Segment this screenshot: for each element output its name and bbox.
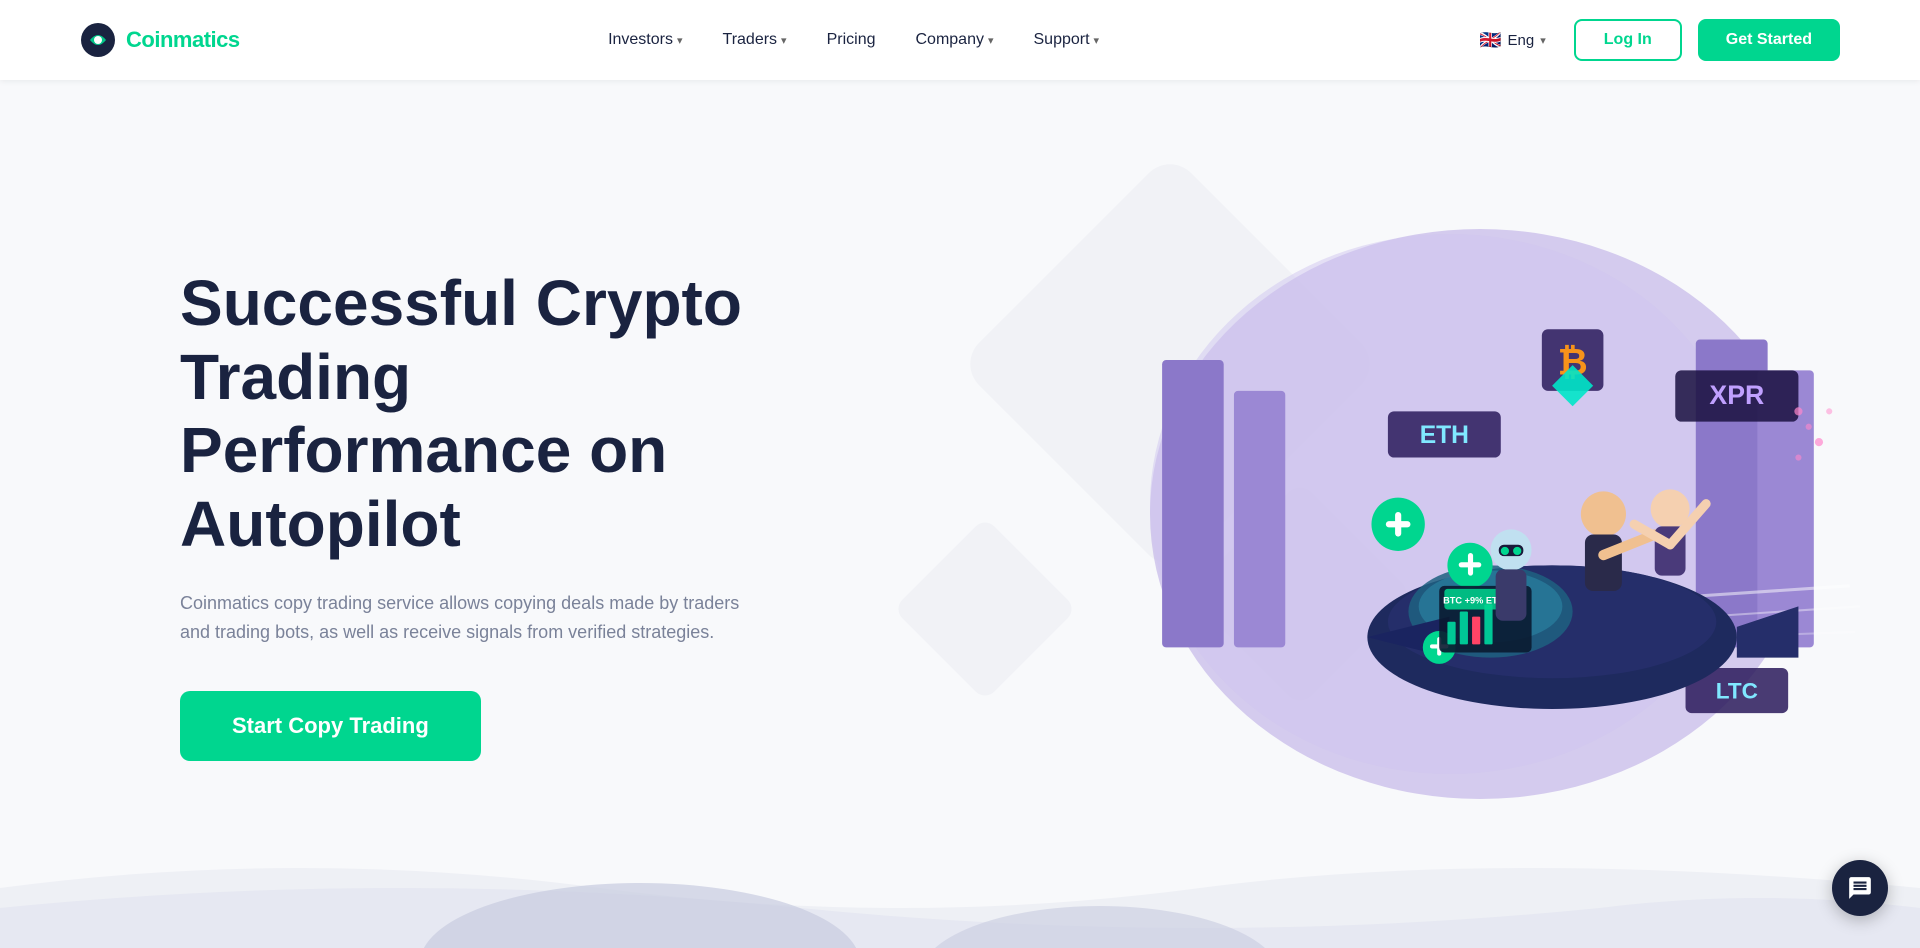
chat-button[interactable] (1832, 860, 1888, 916)
nav-links: Investors ▾ Traders ▾ Pricing Company ▾ … (592, 23, 1115, 57)
nav-support[interactable]: Support ▾ (1018, 23, 1116, 57)
hero-content: Successful Crypto Trading Performance on… (0, 267, 760, 761)
traders-chevron: ▾ (781, 34, 787, 47)
chat-icon (1847, 875, 1873, 901)
start-copy-trading-button[interactable]: Start Copy Trading (180, 691, 481, 761)
hero-title: Successful Crypto Trading Performance on… (180, 267, 760, 561)
hero-illustration-container: XPR ETH LTC ₿ (1080, 204, 1860, 824)
login-button[interactable]: Log In (1574, 19, 1682, 61)
nav-investors[interactable]: Investors ▾ (592, 23, 698, 57)
language-selector[interactable]: 🇬🇧 Eng ▾ (1468, 24, 1558, 57)
logo[interactable]: Coinmatics (80, 22, 240, 58)
nav-traders[interactable]: Traders ▾ (707, 23, 803, 57)
nav-company[interactable]: Company ▾ (899, 23, 1009, 57)
investors-chevron: ▾ (677, 34, 683, 47)
language-chevron: ▾ (1540, 34, 1546, 47)
language-label: Eng (1508, 32, 1535, 49)
hero-section: Successful Crypto Trading Performance on… (0, 80, 1920, 948)
hero-subtitle: Coinmatics copy trading service allows c… (180, 589, 740, 647)
svg-text:LTC: LTC (1716, 679, 1758, 704)
logo-text: Coinmatics (126, 27, 240, 53)
bottom-wave (0, 828, 1920, 948)
navbar: Coinmatics Investors ▾ Traders ▾ Pricing… (0, 0, 1920, 80)
svg-text:XPR: XPR (1709, 380, 1764, 410)
company-chevron: ▾ (988, 34, 994, 47)
hero-illustration: XPR ETH LTC ₿ (1080, 204, 1860, 824)
nav-right: 🇬🇧 Eng ▾ Log In Get Started (1468, 19, 1840, 61)
support-chevron: ▾ (1094, 34, 1100, 47)
logo-icon (80, 22, 116, 58)
svg-text:ETH: ETH (1420, 422, 1469, 449)
flag-icon: 🇬🇧 (1480, 32, 1502, 48)
nav-pricing[interactable]: Pricing (811, 23, 892, 57)
get-started-button[interactable]: Get Started (1698, 19, 1840, 61)
